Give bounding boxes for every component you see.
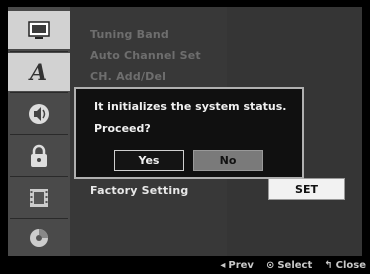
left-arrow-icon: ◂	[220, 259, 226, 271]
hint-select-label: Select	[277, 259, 313, 271]
rail-item-language[interactable]: A	[8, 53, 70, 91]
menu-item-ch-add-del[interactable]: CH. Add/Del	[90, 70, 166, 83]
hint-close: ↰ Close	[324, 260, 366, 271]
lock-icon	[31, 144, 47, 167]
category-rail: A	[8, 7, 70, 256]
rail-divider	[10, 176, 68, 177]
return-icon: ↰	[324, 259, 333, 271]
yes-button[interactable]: Yes	[114, 150, 184, 171]
rail-divider	[10, 92, 68, 93]
tv-icon	[28, 21, 50, 39]
menu-item-factory-setting[interactable]: Factory Setting	[90, 184, 188, 197]
hint-prev-label: Prev	[228, 259, 254, 271]
setup-screen: A Tuning Band Auto Channel Set CH. Add/D…	[0, 0, 370, 274]
rail-item-recording[interactable]	[8, 179, 70, 217]
rail-item-display[interactable]	[8, 11, 70, 49]
disc-icon	[30, 229, 48, 247]
dialog-message: It initializes the system status.	[94, 100, 287, 113]
hint-close-label: Close	[335, 259, 366, 271]
menu-item-tuning-band[interactable]: Tuning Band	[90, 28, 169, 41]
rail-divider	[10, 51, 68, 52]
rail-divider	[10, 134, 68, 135]
film-icon	[30, 189, 48, 207]
svg-text:A: A	[28, 60, 47, 84]
hint-select: ⊙ Select	[266, 260, 312, 271]
rail-item-lock[interactable]	[8, 137, 70, 175]
rail-item-audio[interactable]	[8, 95, 70, 133]
menu-item-auto-channel-set[interactable]: Auto Channel Set	[90, 49, 201, 62]
audio-icon	[29, 104, 49, 124]
no-button[interactable]: No	[193, 150, 263, 171]
hint-bar: ◂ Prev ⊙ Select ↰ Close	[208, 258, 366, 272]
enter-icon: ⊙	[265, 259, 275, 271]
set-button[interactable]: SET	[268, 178, 345, 200]
dialog-question: Proceed?	[94, 122, 151, 135]
hint-prev: ◂ Prev	[220, 260, 254, 271]
language-icon: A	[28, 60, 47, 84]
rail-item-disc[interactable]	[8, 219, 70, 257]
